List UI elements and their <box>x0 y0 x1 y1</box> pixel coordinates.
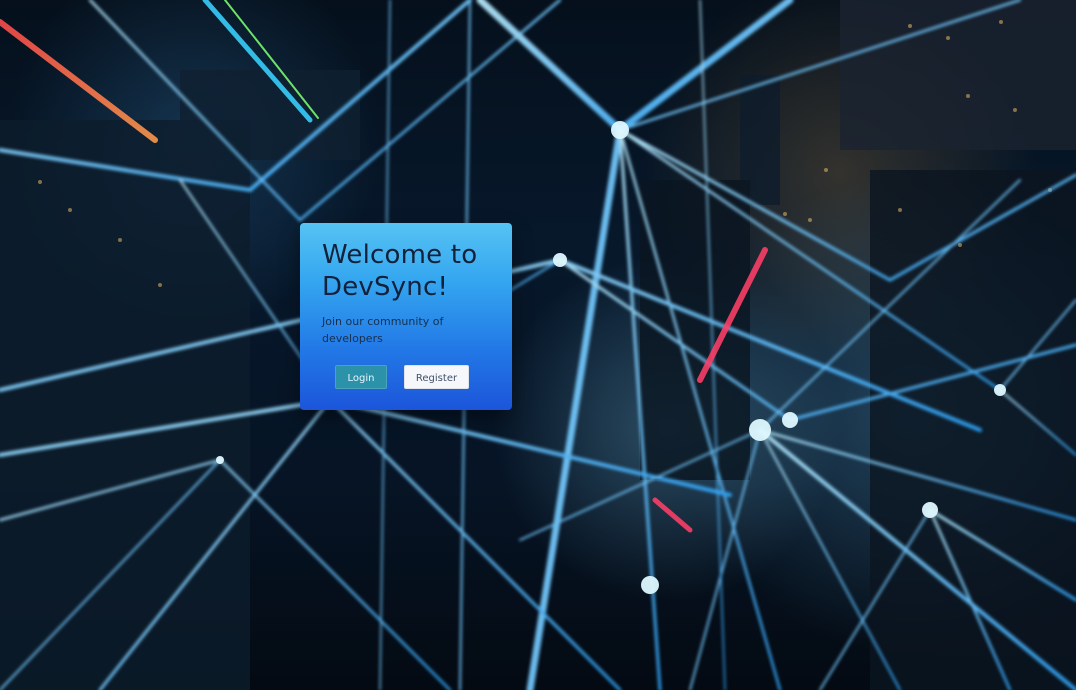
buildings-layer <box>0 0 1076 690</box>
page-title: Welcome to DevSync! <box>322 240 478 302</box>
welcome-card: Welcome to DevSync! Join our community o… <box>300 223 512 410</box>
login-button[interactable]: Login <box>335 365 387 389</box>
landing-screen: Welcome to DevSync! Join our community o… <box>0 0 1076 690</box>
welcome-subtitle: Join our community of developers <box>322 315 444 345</box>
city-network-background <box>0 0 1076 690</box>
auth-actions: Login Register <box>322 365 490 389</box>
register-button[interactable]: Register <box>404 365 469 389</box>
